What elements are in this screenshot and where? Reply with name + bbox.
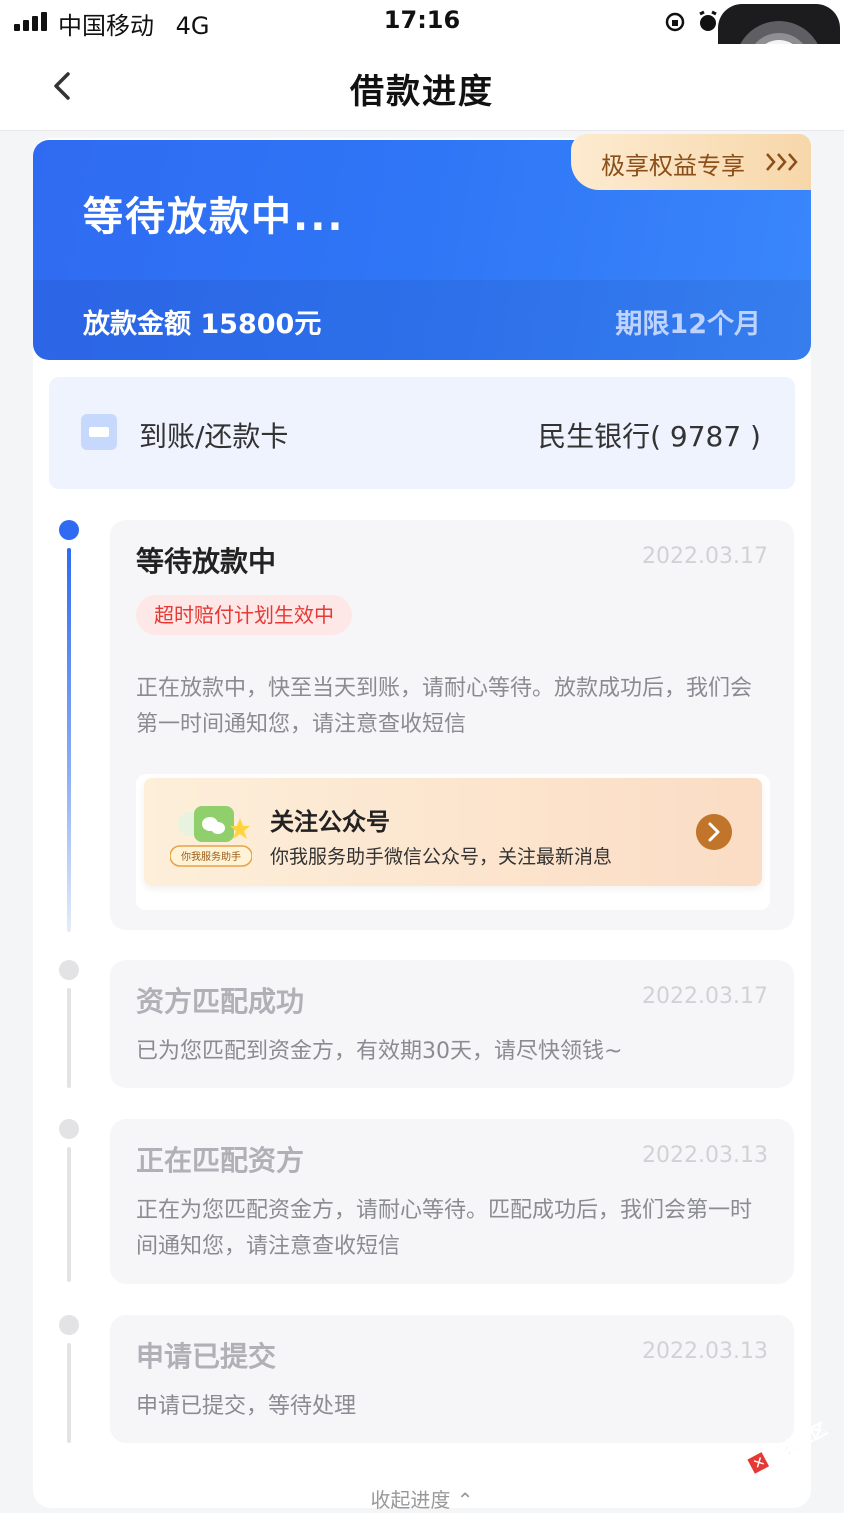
bank-card-label: 到账/还款卡 (139, 420, 289, 453)
step-title: 申请已提交 (136, 1340, 277, 1373)
perk-label: 极享权益专享 (601, 152, 745, 180)
follow-official-account-card[interactable]: 你我服务助手 关注公众号 你我服务助手微信公众号，关注最新消息 (144, 778, 762, 886)
page-title: 借款进度 (350, 72, 494, 112)
step-description: 正在为您匹配资金方，请耐心等待。匹配成功后，我们会第一时间通知您，请注意查收短信 (136, 1198, 753, 1259)
watermark-logo: ✕ 卡农社区 (747, 1419, 830, 1474)
step-description: 正在放款中，快至当天到账，请耐心等待。放款成功后，我们会第一时间通知您，请注意查… (136, 676, 753, 737)
watermark-text: 卡农社区 (765, 1419, 830, 1466)
banner-status: 等待放款中... (83, 194, 345, 240)
step-date: 2022.03.13 (642, 1143, 768, 1168)
step-description: 申请已提交，等待处理 (136, 1394, 357, 1419)
step-description: 已为您匹配到资金方，有效期30天，请尽快领钱~ (136, 1039, 623, 1064)
timeline-line (67, 988, 71, 1088)
loan-amount: 放款金额 15800元 (83, 309, 322, 340)
follow-title: 关注公众号 (270, 808, 390, 836)
follow-icon-tag: 你我服务助手 (181, 850, 241, 863)
compensation-badge: 超时赔付计划生效中 (136, 595, 352, 635)
step-date: 2022.03.17 (642, 984, 768, 1009)
timeline-step: 申请已提交 2022.03.13 申请已提交，等待处理 (110, 1315, 794, 1443)
step-title: 等待放款中 (136, 545, 277, 578)
timeline-dot-active (59, 520, 79, 540)
chevron-right-icon[interactable] (696, 814, 732, 850)
timeline-dot (59, 1119, 79, 1139)
bank-card-icon (81, 414, 117, 450)
timeline-dot (59, 960, 79, 980)
step-date: 2022.03.17 (642, 544, 768, 569)
follow-card-container: 你我服务助手 关注公众号 你我服务助手微信公众号，关注最新消息 (136, 774, 770, 910)
perk-button[interactable]: 极享权益专享 (571, 134, 811, 190)
bank-card-value: 民生银行( 9787 ) (538, 420, 761, 453)
rotation-lock-alarm-icons (665, 10, 717, 32)
collapse-label: 收起进度 (370, 1488, 451, 1512)
bank-card-row[interactable]: 到账/还款卡 民生银行( 9787 ) (49, 377, 795, 489)
chevron-up-circle-icon: ⌃ (456, 1488, 474, 1512)
timeline-dot (59, 1315, 79, 1335)
follow-subtitle: 你我服务助手微信公众号，关注最新消息 (270, 846, 613, 868)
timeline-line-active (67, 548, 71, 932)
triple-chevron-right-icon (766, 153, 798, 171)
wechat-assistant-icon: 你我服务助手 (170, 806, 252, 867)
timeline-step: 资方匹配成功 2022.03.17 已为您匹配到资金方，有效期30天，请尽快领钱… (110, 960, 794, 1088)
nav-bar: 借款进度 (0, 44, 844, 131)
step-date: 2022.03.13 (642, 1339, 768, 1364)
loan-term: 期限12个月 (615, 309, 761, 340)
timeline-step: 正在匹配资方 2022.03.13 正在为您匹配资金方，请耐心等待。匹配成功后，… (110, 1119, 794, 1284)
step-title: 正在匹配资方 (136, 1144, 305, 1177)
collapse-progress-link[interactable]: 收起进度 ⌃ (0, 1484, 844, 1513)
timeline-line (67, 1147, 71, 1282)
step-title: 资方匹配成功 (136, 985, 305, 1018)
timeline-step: 等待放款中 2022.03.17 超时赔付计划生效中 正在放款中，快至当天到账，… (110, 520, 794, 930)
timeline-line (67, 1343, 71, 1443)
